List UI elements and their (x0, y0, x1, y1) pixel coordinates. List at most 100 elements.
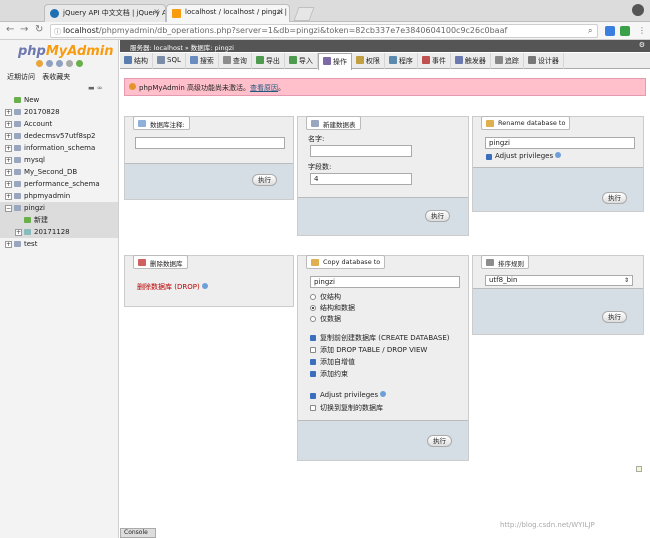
expand-icon[interactable]: + (5, 169, 12, 176)
tab-12[interactable]: 设计器 (524, 53, 564, 69)
zoom-icon[interactable]: ⌕ (588, 26, 592, 36)
breadcrumb-database[interactable]: 数据库: pingzi (191, 44, 234, 52)
back-arrow-icon[interactable]: ← (6, 24, 14, 35)
exit-icon[interactable] (46, 60, 53, 67)
docs-icon[interactable] (56, 60, 63, 67)
tab-9[interactable]: 事件 (418, 53, 451, 69)
tree-item-db[interactable]: + phpmyadmin (0, 190, 118, 202)
collation-select[interactable]: utf8_bin ⇕ (485, 275, 633, 286)
notice-link[interactable]: 查看原因 (250, 84, 278, 92)
close-tab-icon[interactable]: × (277, 7, 284, 16)
extension-icon[interactable] (620, 26, 630, 36)
forward-arrow-icon[interactable]: → (20, 24, 28, 35)
tree-item-db-selected[interactable]: − pingzi (0, 202, 118, 214)
settings-icon[interactable] (66, 60, 73, 67)
go-button[interactable]: 执行 (252, 174, 277, 186)
auto-increment-checkbox[interactable] (310, 359, 316, 365)
tab-6[interactable]: 操作 (317, 53, 352, 70)
favorites-tab[interactable]: 表收藏夹 (42, 73, 70, 81)
tree-item-db[interactable]: + My_Second_DB (0, 166, 118, 178)
collapse-link-icons[interactable]: ▬ ∞ (88, 84, 103, 92)
expand-icon[interactable]: + (5, 193, 12, 200)
go-button[interactable]: 执行 (425, 210, 450, 222)
logo-icons (36, 60, 83, 67)
console-toggle[interactable]: Console (120, 528, 156, 538)
database-icon (14, 121, 21, 127)
extension-icon[interactable] (605, 26, 615, 36)
browser-tab-phpmyadmin[interactable]: localhost / localhost / pingzi | p × (166, 4, 290, 22)
adjust-privileges-checkbox[interactable] (486, 154, 492, 160)
rename-database-input[interactable]: pingzi (485, 137, 635, 149)
database-menu-tabs: 结构 SQL 搜索 查询 导出 导入 操作 权限 程序 事件 触发器 追踪 设计器 (120, 53, 650, 70)
recent-tab[interactable]: 近期访问 (7, 73, 35, 81)
page-settings-icon[interactable] (636, 466, 642, 472)
help-icon[interactable] (201, 283, 208, 289)
tree-item-table[interactable]: +20171128 (0, 226, 118, 238)
tree-item-db[interactable]: + test (0, 238, 118, 250)
profile-avatar-icon[interactable] (632, 4, 644, 16)
tree-item-new-table[interactable]: 新建 (0, 214, 118, 226)
expand-icon[interactable]: + (5, 241, 12, 248)
tree-item-new[interactable]: New (0, 94, 118, 106)
tree-item-db[interactable]: + dedecmsv57utf8sp2 (0, 130, 118, 142)
copy-database-input[interactable]: pingzi (310, 276, 460, 288)
tab-1[interactable]: SQL (153, 53, 186, 69)
go-button[interactable]: 执行 (602, 311, 627, 323)
expand-icon[interactable]: + (5, 157, 12, 164)
tree-item-db[interactable]: + information_schema (0, 142, 118, 154)
expand-icon[interactable]: + (15, 229, 22, 236)
expand-icon[interactable]: + (5, 181, 12, 188)
info-icon[interactable]: ⓘ (54, 27, 61, 37)
tab-7[interactable]: 权限 (352, 53, 385, 69)
create-database-checkbox[interactable] (310, 335, 316, 341)
menu-dots-icon[interactable]: ⋮ (638, 26, 646, 35)
structure-only-radio[interactable] (310, 294, 316, 300)
reload-icon[interactable]: ↻ (35, 24, 43, 35)
rename-icon (486, 120, 494, 127)
breadcrumb-server[interactable]: 服务器: localhost (130, 44, 183, 52)
tab-11[interactable]: 追踪 (491, 53, 524, 69)
browser-tab-jquery[interactable]: jQuery API 中文文档 | jQuery AP × (44, 4, 166, 22)
tab-4[interactable]: 导出 (252, 53, 285, 69)
go-button[interactable]: 执行 (602, 192, 627, 204)
url-input[interactable]: ⓘ localhost/phpmyadmin/db_operations.php… (50, 24, 598, 38)
gear-icon[interactable]: ⚙ (639, 41, 645, 49)
drop-link-text[interactable]: 删除数据库 (DROP) (137, 283, 200, 291)
drop-table-checkbox[interactable] (310, 347, 316, 353)
copy-database-panel: Copy database to pingzi 仅结构 结构和数据 仅数据 复制… (297, 255, 469, 461)
tab-8[interactable]: 程序 (385, 53, 418, 69)
collapse-icon[interactable]: − (5, 205, 12, 212)
tab-5[interactable]: 导入 (285, 53, 318, 69)
data-only-radio[interactable] (310, 316, 316, 322)
column-count-input[interactable]: 4 (310, 173, 412, 185)
db-comment-input[interactable] (135, 137, 285, 149)
expand-icon[interactable]: + (5, 145, 12, 152)
expand-icon[interactable]: + (5, 133, 12, 140)
tree-item-db[interactable]: + Account (0, 118, 118, 130)
new-tab-button[interactable] (293, 7, 315, 21)
tree-item-db[interactable]: +20170828 (0, 106, 118, 118)
tree-item-db[interactable]: + mysql (0, 154, 118, 166)
drop-database-link[interactable]: 删除数据库 (DROP) (137, 282, 208, 292)
help-icon[interactable] (380, 391, 387, 397)
expand-icon[interactable]: + (5, 109, 12, 116)
tree-item-db[interactable]: + performance_schema (0, 178, 118, 190)
tab-3[interactable]: 查询 (219, 53, 252, 69)
tab-2[interactable]: 搜索 (186, 53, 219, 69)
switch-to-copied-checkbox[interactable] (310, 405, 316, 411)
tab-10[interactable]: 触发器 (451, 53, 491, 69)
expand-icon[interactable]: + (5, 121, 12, 128)
constraints-checkbox[interactable] (310, 371, 316, 377)
database-icon (14, 241, 21, 247)
go-button[interactable]: 执行 (427, 435, 452, 447)
phpmyadmin-logo[interactable]: phpMyAdmin (18, 44, 114, 59)
help-icon[interactable] (555, 152, 562, 158)
tab-0[interactable]: 结构 (120, 53, 153, 69)
close-tab-icon[interactable]: × (153, 7, 160, 16)
adjust-privileges-checkbox[interactable] (310, 393, 316, 399)
reload-nav-icon[interactable] (76, 60, 83, 67)
structure-data-radio[interactable] (310, 305, 316, 311)
table-name-input[interactable] (310, 145, 412, 157)
home-icon[interactable] (36, 60, 43, 67)
panel-legend: 排序规则 (481, 255, 529, 269)
